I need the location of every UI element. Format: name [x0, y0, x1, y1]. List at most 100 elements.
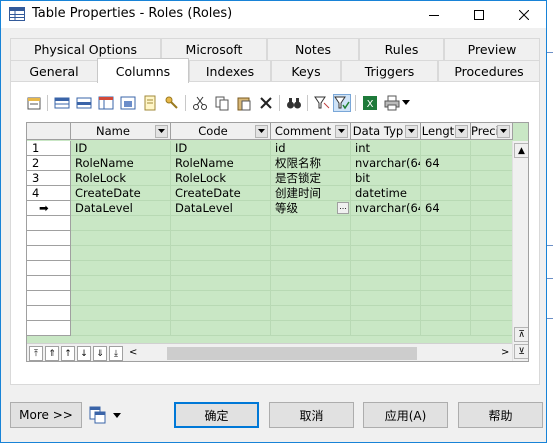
minimize-button[interactable] [411, 1, 456, 28]
replicate-button[interactable] [119, 94, 137, 112]
grid-cell[interactable]: CreateDate [171, 186, 271, 201]
grid-cell[interactable]: RoleName [171, 156, 271, 171]
grid-cell[interactable] [71, 261, 171, 276]
grid-cell[interactable]: 64 [421, 156, 471, 171]
chevron-down-icon[interactable] [497, 124, 510, 138]
print-button[interactable] [383, 94, 401, 112]
grid-cell[interactable] [351, 261, 421, 276]
grid-cell[interactable] [421, 216, 471, 231]
grid-cell[interactable]: 是否锁定 [271, 171, 351, 186]
find-button[interactable] [285, 94, 303, 112]
row-header[interactable] [27, 321, 71, 336]
row-header[interactable]: 1 [27, 141, 71, 156]
add-columns-button[interactable] [97, 94, 115, 112]
grid-cell[interactable] [71, 306, 171, 321]
row-header[interactable]: 4 [27, 186, 71, 201]
grid-cell[interactable] [351, 216, 421, 231]
grid-cell[interactable] [271, 261, 351, 276]
column-header-data-type[interactable]: Data Typ [351, 123, 421, 140]
scroll-left-icon[interactable]: < [129, 347, 137, 358]
move-up-icon[interactable]: ↑ [61, 346, 75, 361]
tab-preview[interactable]: Preview [444, 38, 540, 60]
grid-cell[interactable] [71, 321, 171, 336]
key-button[interactable] [163, 94, 181, 112]
chevron-down-icon[interactable] [255, 124, 268, 138]
grid-cell[interactable] [471, 276, 513, 291]
ok-button[interactable]: 确定 [174, 402, 259, 428]
scroll-down-button[interactable]: ⊻ [514, 344, 528, 359]
copy-button[interactable] [213, 94, 231, 112]
move-first-icon[interactable]: ⤒ [29, 346, 43, 361]
grid-cell[interactable] [471, 216, 513, 231]
grid-cell[interactable] [271, 231, 351, 246]
grid-cell[interactable] [471, 231, 513, 246]
scroll-top-button[interactable]: ▲ [514, 143, 528, 158]
vertical-scrollbar[interactable]: ▲ ⊼ ⊻ [512, 141, 528, 361]
move-last-icon[interactable]: ⤓ [109, 346, 123, 361]
grid-cell[interactable] [421, 276, 471, 291]
column-header-name[interactable]: Name [71, 123, 171, 140]
column-header-precision[interactable]: Preci [471, 123, 513, 140]
grid-cell[interactable] [421, 261, 471, 276]
cut-button[interactable] [191, 94, 209, 112]
tab-rules[interactable]: Rules [359, 38, 444, 60]
grid-cell[interactable] [171, 276, 271, 291]
tab-triggers[interactable]: Triggers [341, 60, 438, 82]
move-down-icon[interactable]: ↓ [77, 346, 91, 361]
grid-cell[interactable] [471, 186, 513, 201]
grid-cell[interactable] [71, 246, 171, 261]
grid-cell[interactable] [351, 276, 421, 291]
grid-cell[interactable] [351, 291, 421, 306]
grid-cell[interactable] [471, 246, 513, 261]
grid-cell[interactable]: DataLevel [71, 201, 171, 216]
print-dropdown[interactable] [401, 94, 411, 112]
paste-button[interactable] [235, 94, 253, 112]
row-header[interactable]: 3 [27, 171, 71, 186]
row-header[interactable]: 2 [27, 156, 71, 171]
grid-cell[interactable]: RoleLock [171, 171, 271, 186]
grid-cell[interactable]: ID [171, 141, 271, 156]
tab-columns[interactable]: Columns [97, 58, 189, 83]
column-header-length[interactable]: Lengt [421, 123, 471, 140]
grid-cell[interactable] [171, 216, 271, 231]
filter-active-button[interactable] [333, 94, 351, 112]
grid-cell[interactable] [351, 231, 421, 246]
grid-cell[interactable]: RoleName [71, 156, 171, 171]
grid-cell[interactable] [271, 321, 351, 336]
chevron-down-icon[interactable] [455, 124, 468, 138]
model-menu-button[interactable] [89, 406, 123, 426]
column-header-comment[interactable]: Comment [271, 123, 351, 140]
grid-cell[interactable] [171, 231, 271, 246]
row-header[interactable]: ➡ [27, 201, 71, 216]
grid-cell[interactable]: bit [351, 171, 421, 186]
move-page-up-icon[interactable]: ⇑ [45, 346, 59, 361]
grid-cell[interactable] [421, 171, 471, 186]
grid-cell[interactable] [171, 291, 271, 306]
grid-cell[interactable] [471, 141, 513, 156]
chevron-down-icon[interactable] [405, 124, 418, 138]
close-button[interactable] [501, 1, 546, 28]
grid-cell[interactable] [421, 306, 471, 321]
grid-cell[interactable] [171, 261, 271, 276]
grid-cell[interactable] [471, 156, 513, 171]
grid-cell[interactable] [71, 216, 171, 231]
cancel-button[interactable]: 取消 [269, 402, 354, 428]
grid-cell[interactable] [471, 291, 513, 306]
tab-general[interactable]: General [10, 60, 98, 82]
grid-cell[interactable] [271, 246, 351, 261]
grid-cell[interactable] [171, 306, 271, 321]
grid-cell[interactable]: ID [71, 141, 171, 156]
more-button[interactable]: More >> [10, 402, 82, 428]
tab-indexes[interactable]: Indexes [189, 60, 271, 82]
grid-cell[interactable]: RoleLock [71, 171, 171, 186]
grid-cell[interactable] [471, 306, 513, 321]
document-button[interactable] [141, 94, 159, 112]
grid-cell[interactable]: datetime [351, 186, 421, 201]
tab-notes[interactable]: Notes [267, 38, 359, 60]
grid-cell[interactable] [471, 171, 513, 186]
chevron-down-icon[interactable] [155, 124, 168, 138]
tab-physical-options[interactable]: Physical Options [10, 38, 161, 60]
grid-cell[interactable] [421, 321, 471, 336]
grid-cell[interactable] [421, 246, 471, 261]
grid-cell[interactable] [71, 276, 171, 291]
